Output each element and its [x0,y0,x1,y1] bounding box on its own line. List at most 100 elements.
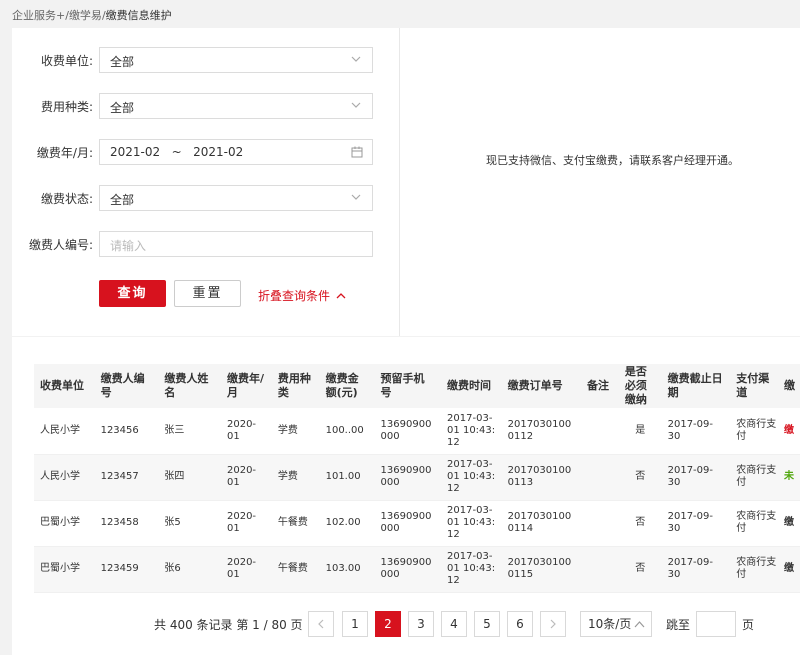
period-range-value: 2021-02 ~ 2021-02 [110,145,243,159]
table-cell: 100..00 [319,408,375,455]
table-cell: 2017-09-30 [661,408,731,455]
period-label: 缴费年/月: [36,146,93,160]
unit-label: 收费单位: [40,54,93,68]
fee-type-select-value: 全部 [110,101,135,115]
column-header: 备注 [581,364,619,408]
jump-page-suffix: 页 [742,618,755,632]
table-cell: 2017-03-01 10:43:12 [441,546,502,593]
period-separator: ~ [171,145,182,159]
table-cell: 102.00 [319,500,375,547]
period-end: 2021-02 [193,145,244,159]
payer-no-placeholder: 请输入 [110,239,147,253]
page-button-3[interactable]: 3 [408,611,434,637]
table-cell: 张5 [158,500,221,547]
column-header: 缴费订单号 [501,364,581,408]
table-cell: 13690900000 [374,454,442,501]
chevron-down-icon [351,194,361,200]
table-cell: 123456 [94,408,159,455]
table-cell: 2017-03-01 10:43:12 [441,408,502,455]
chevron-up-icon [336,293,346,299]
table-cell: 学费 [271,454,320,501]
query-button[interactable]: 查询 [99,280,166,307]
page-button-1[interactable]: 1 [342,611,368,637]
table-cell: 未 [783,454,800,501]
breadcrumb-item-enterprise[interactable]: 企业服务+ [12,9,65,22]
notice-panel: 现已支持微信、支付宝缴费，请联系客户经理开通。 [401,28,800,336]
status-select[interactable]: 全部 [99,185,373,211]
table-cell [581,408,619,455]
table-cell: 缴 [783,546,800,593]
table-cell: 13690900000 [374,500,442,547]
table-cell: 2020-01 [220,408,272,455]
filter-panel: 收费单位: 全部 费用种类: 全部 缴费年/月: 2021-02 ~ 2021-… [12,28,800,336]
results-section: 收费单位 缴费人编号 缴费人姓名 缴费年/月 费用种类 缴费金额(元) 预留手机… [12,337,800,655]
table-cell: 2017-09-30 [661,500,731,547]
unit-row: 收费单位: 全部 [12,47,400,73]
breadcrumb: 企业服务+/缴学易/缴费信息维护 [12,7,172,23]
table-cell: 巴蜀小学 [34,546,95,593]
table-header: 收费单位 缴费人编号 缴费人姓名 缴费年/月 费用种类 缴费金额(元) 预留手机… [34,364,800,408]
table-cell: 123457 [94,454,159,501]
table-cell: 农商行支付 [730,500,784,547]
table-cell: 13690900000 [374,546,442,593]
status-select-value: 全部 [110,193,135,207]
page-button-2[interactable]: 2 [375,611,401,637]
fee-type-row: 费用种类: 全部 [12,93,400,119]
column-header: 收费单位 [34,364,95,408]
page-button-6[interactable]: 6 [507,611,533,637]
table-cell: 学费 [271,408,320,455]
chevron-right-icon [550,619,556,629]
chevron-down-icon [351,102,361,108]
prev-page-button[interactable] [308,611,334,637]
table-cell: 2020-01 [220,454,272,501]
chevron-up-icon [634,621,645,628]
unit-select-value: 全部 [110,55,135,69]
jump-page-input[interactable] [696,611,736,637]
page-button-4[interactable]: 4 [441,611,467,637]
period-range-picker[interactable]: 2021-02 ~ 2021-02 [99,139,373,165]
reset-button[interactable]: 重置 [174,280,241,307]
payer-no-input[interactable]: 请输入 [99,231,373,257]
table-cell: 农商行支付 [730,546,784,593]
breadcrumb-item-jiaoxueyi[interactable]: 缴学易 [69,9,102,22]
table-cell: 否 [618,546,662,593]
page-button-5[interactable]: 5 [474,611,500,637]
table-cell: 是 [618,408,662,455]
unit-select[interactable]: 全部 [99,47,373,73]
table-cell: 2020-01 [220,500,272,547]
table-cell: 20170301000114 [501,500,581,547]
page-size-select[interactable]: 10条/页 [580,611,652,637]
table-cell [581,546,619,593]
column-header: 费用种类 [271,364,320,408]
period-row: 缴费年/月: 2021-02 ~ 2021-02 [12,139,400,165]
table-cell: 123458 [94,500,159,547]
table-row: 巴蜀小学 123459 张6 2020-01 午餐费 103.00 13690900000 2… [34,546,800,593]
fold-conditions-link[interactable]: 折叠查询条件 [258,287,346,304]
column-header: 支付渠道 [730,364,784,408]
table-cell: 缴 [783,408,800,455]
table-cell: 2020-01 [220,546,272,593]
column-header: 缴费人姓名 [158,364,221,408]
jump-label: 跳至 [666,618,691,632]
table-cell: 2017-03-01 10:43:12 [441,500,502,547]
table-cell: 2017-03-01 10:43:12 [441,454,502,501]
next-page-button[interactable] [540,611,566,637]
notice-text: 现已支持微信、支付宝缴费，请联系客户经理开通。 [486,154,739,167]
table-cell: 20170301000115 [501,546,581,593]
fee-type-select[interactable]: 全部 [99,93,373,119]
table-cell: 101.00 [319,454,375,501]
table-cell: 否 [618,454,662,501]
status-label: 缴费状态: [40,192,93,206]
table-cell: 13690900000 [374,408,442,455]
column-header: 缴费截止日期 [661,364,731,408]
table-cell: 20170301000113 [501,454,581,501]
column-header: 缴 [783,364,800,408]
fold-conditions-label: 折叠查询条件 [258,289,331,303]
table-cell [581,454,619,501]
column-header: 缴费金额(元) [319,364,375,408]
table-cell [581,500,619,547]
table-row: 人民小学 123456 张三 2020-01 学费 100..00 13690900000 2… [34,408,800,455]
payer-no-row: 缴费人编号: 请输入 [12,231,400,257]
column-header: 缴费年/月 [220,364,272,408]
table-cell: 103.00 [319,546,375,593]
